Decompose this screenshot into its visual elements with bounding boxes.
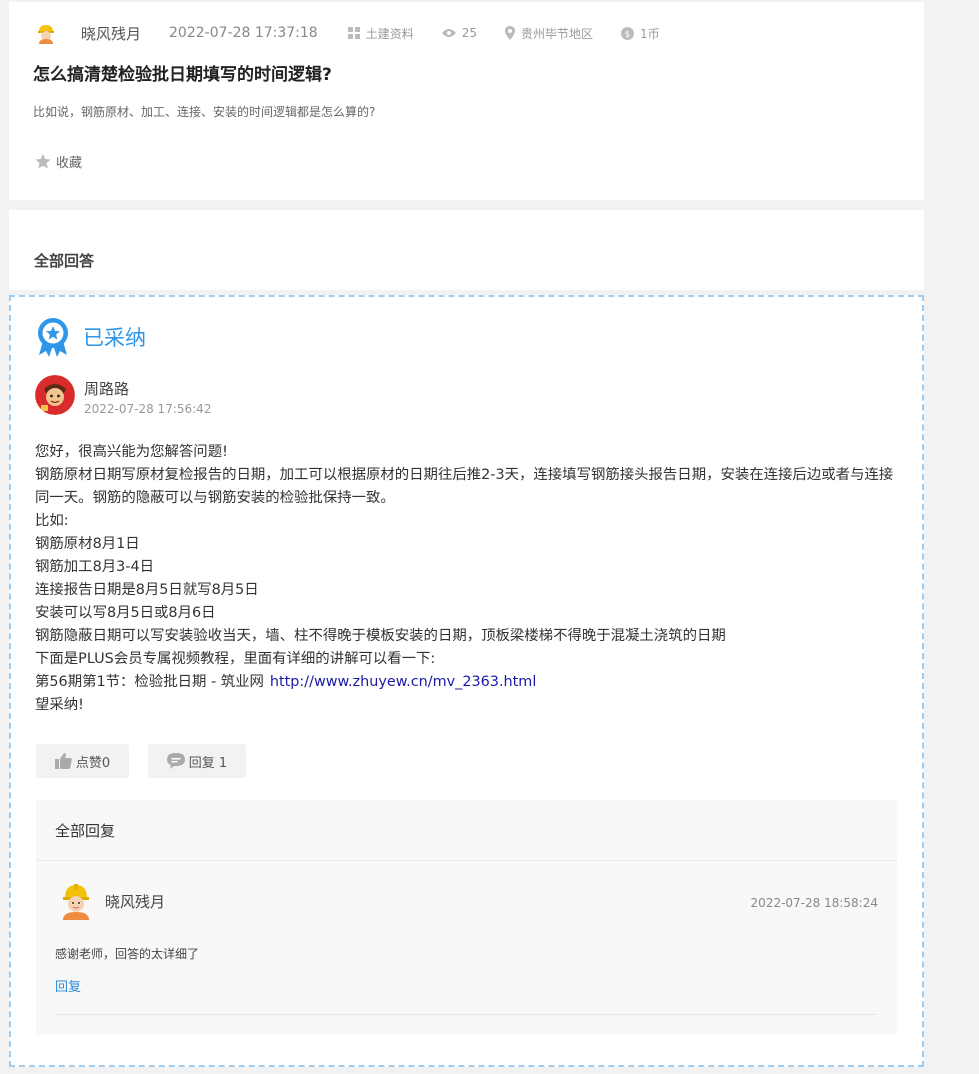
asker-name[interactable]: 晓风残月 <box>81 23 141 44</box>
replies-title: 全部回复 <box>55 822 116 840</box>
thumb-up-icon <box>54 753 72 769</box>
coin-icon: $ <box>621 26 635 40</box>
answer-link-line: 第56期第1节：检验批日期 - 筑业网 http://www.zhuyew.cn/… <box>35 671 901 694</box>
reward-item: $ 1币 <box>621 25 660 42</box>
answer-closing: 望采纳! <box>35 697 84 713</box>
replier-avatar[interactable] <box>59 882 93 920</box>
answerer-avatar[interactable] <box>35 375 75 415</box>
question-description: 比如说，钢筋原材、加工、连接、安装的时间逻辑都是怎么算的? <box>33 105 376 119</box>
accepted-answer: 已采纳 周路路 2022-07-28 17:56:42 您好，很高兴能为您解答问… <box>9 295 924 1067</box>
ribbon-badge-icon <box>38 318 68 357</box>
replies-panel: 全部回复 晓风残月 2022-07-28 18:58:24 感谢老师，回答的太详… <box>36 800 897 1035</box>
reply-author: 晓风残月 <box>59 882 165 920</box>
answer-line: 比如: <box>35 513 69 529</box>
replies-header: 全部回复 <box>36 800 897 861</box>
question-time: 2022-07-28 17:37:18 <box>169 25 318 41</box>
answer-body: 您好，很高兴能为您解答问题! 钢筋原材日期写原材复检报告的日期，加工可以根据原材… <box>35 441 901 717</box>
location-label: 贵州毕节地区 <box>521 26 594 41</box>
answer-line: 钢筋隐蔽日期可以写安装验收当天，墙、柱不得晚于模板安装的日期，顶板梁楼梯不得晚于… <box>35 628 726 644</box>
reply-item: 晓风残月 2022-07-28 18:58:24 感谢老师，回答的太详细了 回复 <box>55 860 878 1015</box>
like-label: 点赞0 <box>75 755 111 771</box>
answer-line: 安装可以写8月5日或8月6日 <box>35 605 216 621</box>
question-meta: 晓风残月 2022-07-28 17:37:18 土建资料 25 贵州毕节地区 … <box>33 20 904 46</box>
reply-count-label: 回复 1 <box>188 755 228 771</box>
comment-icon <box>166 753 185 769</box>
eye-icon <box>441 29 456 37</box>
grid-icon <box>347 27 360 39</box>
answer-line: 连接报告日期是8月5日就写8月5日 <box>35 582 259 598</box>
answer-line: 钢筋原材8月1日 <box>35 536 140 552</box>
answer-line: 钢筋加工8月3-4日 <box>35 559 155 575</box>
views-count: 25 <box>461 26 478 40</box>
favorite-label: 收藏 <box>56 156 83 171</box>
reply-text: 感谢老师，回答的太详细了 <box>55 947 200 961</box>
answer-line: 下面是PLUS会员专属视频教程，里面有详细的讲解可以看一下: <box>35 651 436 667</box>
answers-title: 全部回答 <box>34 252 95 270</box>
accepted-badge: 已采纳 <box>35 317 146 357</box>
answer-line: 您好，很高兴能为您解答问题! <box>35 444 228 460</box>
answer-line: 钢筋原材日期写原材复检报告的日期，加工可以根据原材的日期往后推2-3天，连接填写… <box>35 467 894 506</box>
views-item: 25 <box>441 26 478 40</box>
location-item: 贵州毕节地区 <box>505 25 593 42</box>
question-card: 晓风残月 2022-07-28 17:37:18 土建资料 25 贵州毕节地区 … <box>9 2 924 200</box>
svg-text:$: $ <box>625 30 631 40</box>
category-item[interactable]: 土建资料 <box>347 25 414 42</box>
asker-avatar[interactable] <box>35 22 57 44</box>
category-label: 土建资料 <box>365 26 414 41</box>
reply-toggle-button[interactable]: 回复 1 <box>148 744 246 778</box>
reply-time: 2022-07-28 18:58:24 <box>750 896 878 910</box>
like-button[interactable]: 点赞0 <box>36 744 129 778</box>
answer-time: 2022-07-28 17:56:42 <box>84 402 212 416</box>
answerer-name[interactable]: 周路路 <box>84 378 211 399</box>
replier-name[interactable]: 晓风残月 <box>105 891 165 912</box>
answers-header: 全部回答 <box>9 210 924 290</box>
link-prefix: 第56期第1节：检验批日期 - 筑业网 <box>35 674 264 690</box>
accepted-label: 已采纳 <box>83 326 146 350</box>
tutorial-link[interactable]: http://www.zhuyew.cn/mv_2363.html <box>270 674 536 690</box>
star-icon <box>35 154 51 169</box>
favorite-button[interactable]: 收藏 <box>35 152 82 171</box>
answer-author: 周路路 2022-07-28 17:56:42 <box>35 375 211 416</box>
reward-label: 1币 <box>640 26 660 41</box>
question-title: 怎么搞清楚检验批日期填写的时间逻辑? <box>33 65 332 85</box>
reply-action-link[interactable]: 回复 <box>55 976 81 995</box>
location-pin-icon <box>505 26 516 40</box>
